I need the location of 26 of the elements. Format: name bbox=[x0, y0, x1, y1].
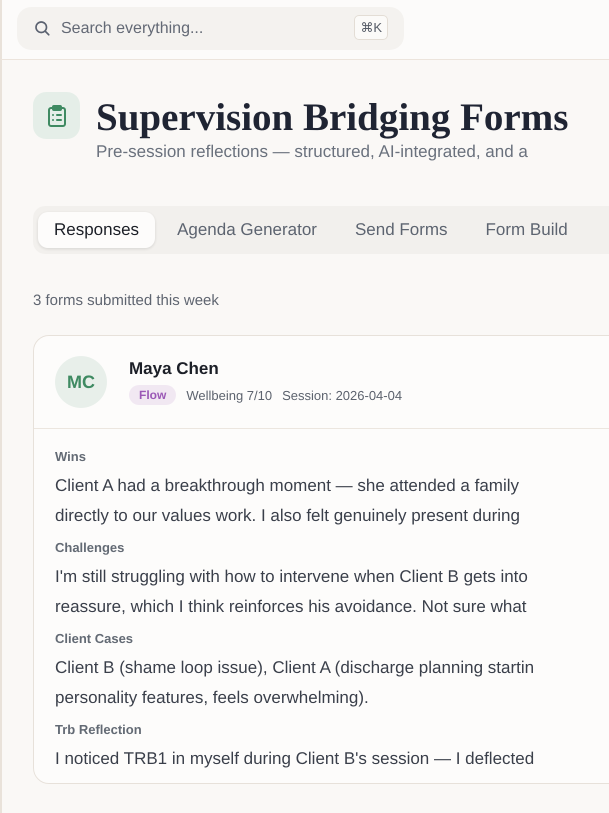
session-date: Session: 2026-04-04 bbox=[282, 388, 402, 402]
section-label: Challenges bbox=[55, 540, 124, 555]
section-label: Trb Reflection bbox=[55, 722, 142, 737]
page-title: Supervision Bridging Forms bbox=[96, 96, 568, 140]
wellbeing-score: Wellbeing 7/10 bbox=[186, 388, 272, 402]
search-icon bbox=[33, 19, 51, 37]
answer-text: personality features, feels overwhelming). bbox=[55, 687, 369, 709]
section-label: Client Cases bbox=[55, 631, 134, 646]
tab[interactable]: Form Build bbox=[470, 212, 584, 248]
answer-text: Client B (shame loop issue), Client A (discharge planning startin bbox=[55, 657, 534, 679]
answer-text: directly to our values work. I also felt genuinely present during bbox=[55, 505, 520, 527]
responder-name: Maya Chen bbox=[129, 359, 220, 379]
answer-text: I'm still struggling with how to intervene when Client B gets into bbox=[55, 566, 528, 588]
tab[interactable]: Responses bbox=[38, 212, 156, 248]
avatar: MC bbox=[55, 356, 107, 408]
tab[interactable]: Agenda Generator bbox=[161, 212, 333, 248]
shortcut-hint: ⌘K bbox=[354, 15, 388, 40]
page-subtitle: Pre-session reflections — structured, AI-integrated, and a bbox=[96, 142, 528, 162]
answer-text: I noticed TRB1 in myself during Client B's session — I deflected bbox=[55, 748, 534, 770]
answer-text: Client A had a breakthrough moment — she attended a family bbox=[55, 475, 519, 497]
answer-text: reassure, which I think reinforces his avoidance. Not sure what bbox=[55, 596, 527, 618]
tab[interactable]: Send Forms bbox=[338, 212, 464, 248]
clipboard-icon bbox=[46, 104, 68, 128]
mode-tag: Flow bbox=[129, 385, 176, 405]
section-label: Wins bbox=[55, 449, 86, 464]
submission-count: 3 forms submitted this week bbox=[33, 292, 219, 309]
